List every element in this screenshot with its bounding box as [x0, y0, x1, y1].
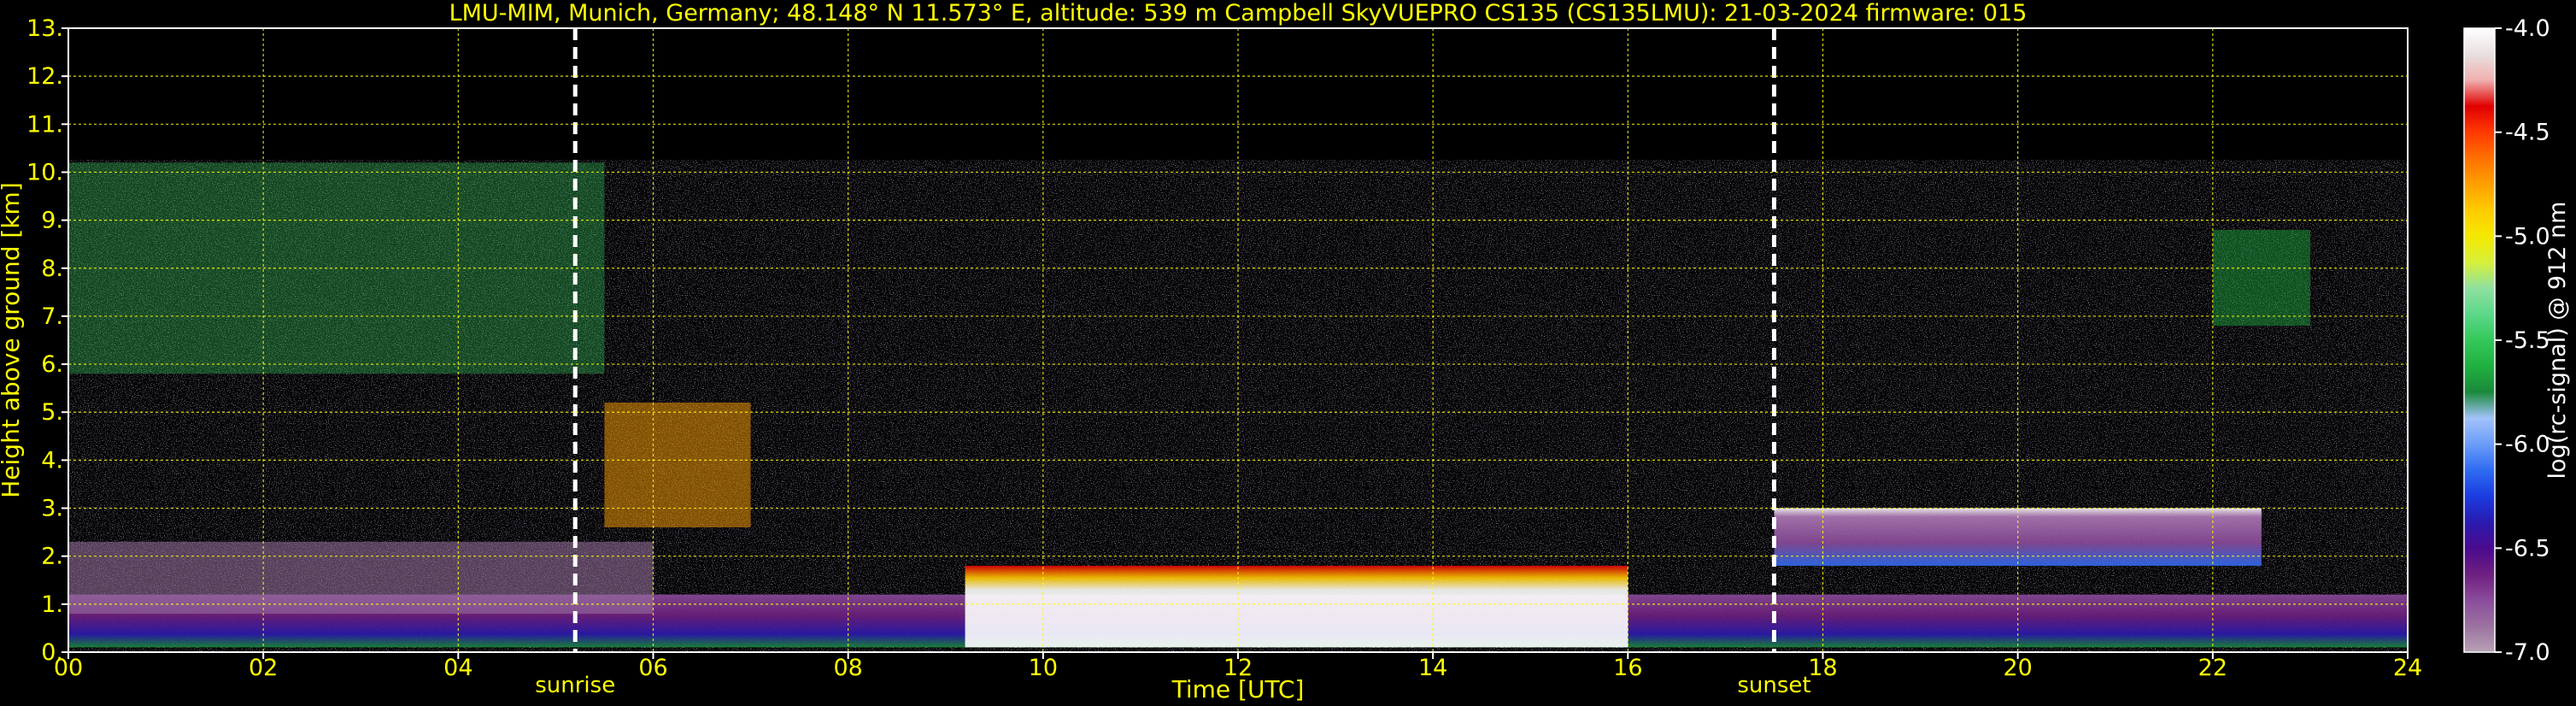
y-tick-label: 8.: [41, 256, 63, 282]
y-tick-label: 2.: [41, 544, 63, 570]
marker-label-sunset: sunset: [1737, 673, 1810, 698]
y-tick-label: 1.: [41, 591, 63, 618]
x-tick-label: 20: [2003, 655, 2032, 681]
y-tick-label: 12.: [26, 63, 63, 90]
x-tick-label: 22: [2198, 655, 2227, 681]
colorbar-tick-label: -7.0: [2505, 639, 2550, 666]
x-tick-label: 06: [638, 655, 667, 681]
y-tick-label: 3.: [41, 496, 63, 522]
colorbar: [2463, 27, 2496, 653]
layer-residual-layer: [68, 541, 654, 615]
colorbar-label: log(rc-signal) @ 912 nm: [2544, 202, 2571, 479]
layer-convective-clouds: [965, 565, 1628, 648]
ceilometer-chart: sunrise sunset00 02 04 06 08 10 12 14 16 18 20 22 240…: [0, 0, 2571, 703]
x-tick-label: 18: [1808, 655, 1837, 681]
x-axis-label: Time [UTC]: [1171, 675, 1305, 703]
marker-label-sunrise: sunrise: [535, 673, 615, 698]
y-tick-label: 10.: [26, 159, 63, 185]
y-tick-label: 5.: [41, 399, 63, 426]
x-tick-label: 02: [249, 655, 278, 681]
y-tick-label: 11.: [26, 111, 63, 138]
x-tick-label: 10: [1029, 655, 1058, 681]
layer-cirrus-band-2: [604, 403, 751, 527]
layer-cirrus-band-3: [2212, 229, 2310, 327]
x-tick-label: 04: [443, 655, 472, 681]
y-tick-label: 6.: [41, 351, 63, 378]
y-tick-label: 7.: [41, 303, 63, 330]
x-tick-label: 16: [1613, 655, 1642, 681]
colorbar-tick-label: -4.0: [2505, 15, 2550, 42]
colorbar-tick-label: -4.5: [2505, 120, 2550, 146]
y-axis-label: Height above ground [km]: [0, 182, 25, 498]
colorbar-tick-label: -6.5: [2505, 535, 2550, 562]
colorbar-tick-label: -6.0: [2505, 432, 2550, 458]
chart-title: LMU-MIM, Munich, Germany; 48.148° N 11.5…: [449, 0, 2027, 26]
x-tick-label: 24: [2393, 655, 2422, 681]
x-tick-label: 14: [1418, 655, 1447, 681]
colorbar-tick-label: -5.0: [2505, 223, 2550, 250]
colorbar-tick-label: -5.5: [2505, 327, 2550, 354]
y-tick-label: 0.: [41, 639, 63, 666]
y-tick-label: 9.: [41, 208, 63, 234]
y-tick-label: 4.: [41, 447, 63, 474]
x-tick-label: 08: [833, 655, 862, 681]
y-tick-label: 13.: [26, 15, 63, 42]
